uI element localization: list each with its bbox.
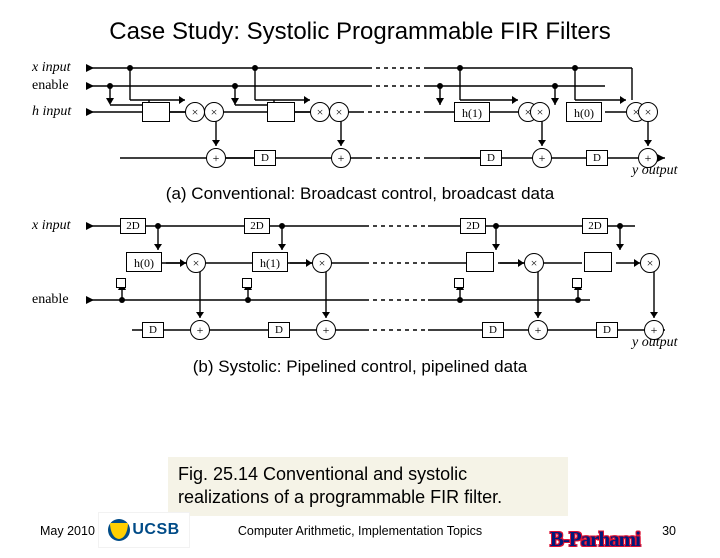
delay-2d: 2D (460, 218, 486, 234)
page-title: Case Study: Systolic Programmable FIR Fi… (40, 18, 680, 46)
footer-page-number: 30 (662, 524, 676, 538)
footer-date: May 2010 (40, 524, 95, 538)
mult-icon: × (186, 253, 206, 273)
coef-h1: h(1) (252, 252, 288, 272)
latch-icon (116, 278, 126, 288)
figure-caption: Fig. 25.14 Conventional and systolic rea… (168, 457, 568, 516)
delay-d: D (480, 150, 502, 166)
delay-d: D (596, 322, 618, 338)
add-icon: + (532, 148, 552, 168)
add-icon: + (206, 148, 226, 168)
mult-icon: × (638, 102, 658, 122)
mult-icon: × (329, 102, 349, 122)
mult-icon: × (524, 253, 544, 273)
coef-h0: h(0) (126, 252, 162, 272)
mult-icon: × (204, 102, 224, 122)
diagram-b: x input enable y output 2D 2D 2D 2D h(0)… (30, 208, 675, 353)
caption-a: (a) Conventional: Broadcast control, bro… (0, 184, 720, 204)
coef-h1: h(1) (454, 102, 490, 122)
mult-icon: × (640, 253, 660, 273)
mult-icon: × (530, 102, 550, 122)
diagram-a: x input enable h input y output × × D + … (30, 50, 675, 180)
reg-block (466, 252, 494, 272)
mult-icon: × (310, 102, 330, 122)
mult-icon: × (312, 253, 332, 273)
delay-2d: 2D (120, 218, 146, 234)
latch-icon (454, 278, 464, 288)
latch-icon (242, 278, 252, 288)
reg-block (267, 102, 295, 122)
delay-d: D (482, 322, 504, 338)
ucsb-logo: UCSB (98, 512, 190, 548)
add-icon: + (638, 148, 658, 168)
ucsb-wave-icon (108, 519, 130, 541)
delay-d: D (254, 150, 276, 166)
reg-block (584, 252, 612, 272)
add-icon: + (190, 320, 210, 340)
delay-d: D (142, 322, 164, 338)
delay-2d: 2D (582, 218, 608, 234)
add-icon: + (331, 148, 351, 168)
slide-footer: May 2010 UCSB Computer Arithmetic, Imple… (0, 510, 720, 550)
latch-icon (572, 278, 582, 288)
delay-d: D (268, 322, 290, 338)
caption-b: (b) Systolic: Pipelined control, pipelin… (0, 357, 720, 377)
delay-2d: 2D (244, 218, 270, 234)
mult-icon: × (185, 102, 205, 122)
add-icon: + (316, 320, 336, 340)
ucsb-text: UCSB (132, 521, 179, 539)
coef-h0: h(0) (566, 102, 602, 122)
add-icon: + (528, 320, 548, 340)
delay-d: D (586, 150, 608, 166)
footer-center: Computer Arithmetic, Implementation Topi… (238, 524, 482, 538)
add-icon: + (644, 320, 664, 340)
reg-block (142, 102, 170, 122)
